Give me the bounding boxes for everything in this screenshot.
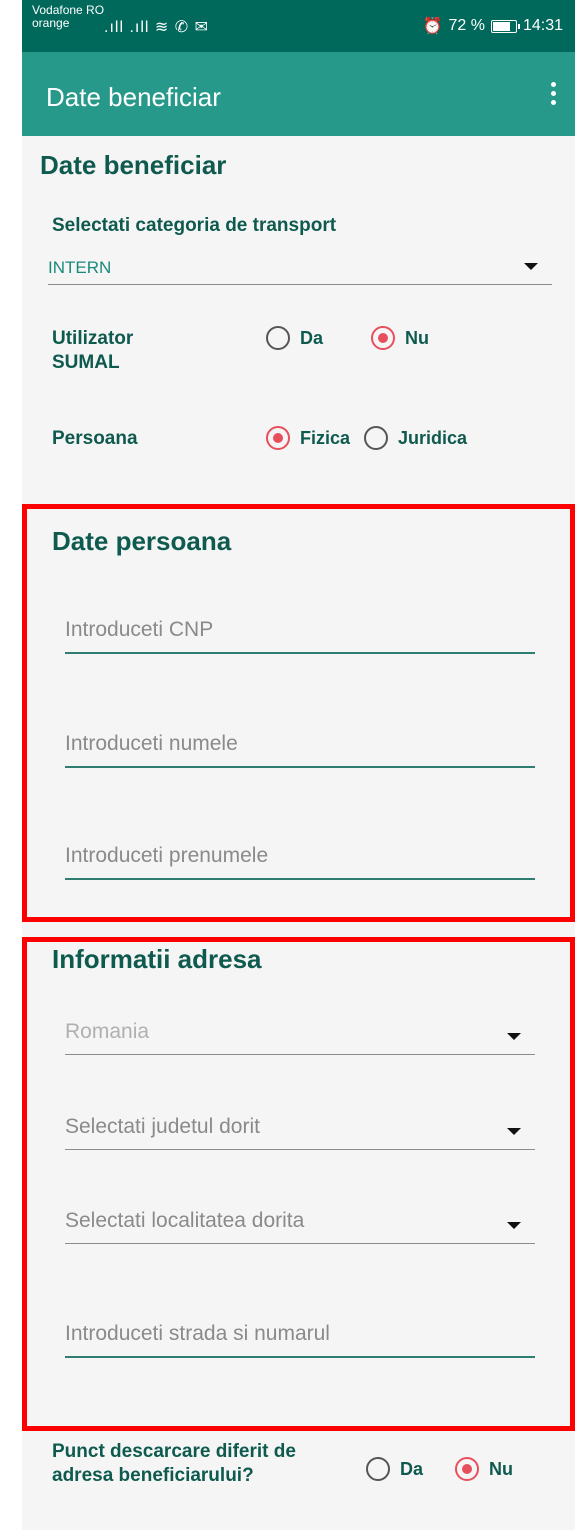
persoana-radio-group: Fizica Juridica: [266, 426, 485, 450]
prenume-placeholder: Introduceti prenumele: [65, 844, 269, 867]
persoana-juridica-label: Juridica: [398, 427, 468, 448]
utilizator-da-radio[interactable]: [266, 326, 290, 350]
localitate-dropdown[interactable]: Selectati localitatea dorita: [65, 1199, 535, 1244]
persoana-juridica-option[interactable]: Juridica: [364, 426, 467, 450]
descarcare-da-radio[interactable]: [366, 1457, 390, 1481]
app-bar: Date beneficiar: [22, 52, 575, 136]
section-title-beneficiar: Date beneficiar: [40, 150, 227, 180]
persoana-fizica-radio[interactable]: [266, 426, 290, 450]
transport-category-value: INTERN: [48, 258, 112, 277]
cnp-input[interactable]: Introduceti CNP: [65, 606, 535, 654]
utilizator-sumal-radio-group: Da Nu: [266, 326, 447, 350]
status-right: ⏰ 72 % 14:31: [423, 16, 563, 36]
utilizator-nu-label: Nu: [405, 327, 430, 348]
carrier-info: Vodafone RO orange: [32, 4, 104, 30]
punct-descarcare-radio-group: Da Nu: [366, 1457, 531, 1481]
dropdown-arrow-icon: [524, 263, 538, 270]
utilizator-nu-option[interactable]: Nu: [371, 326, 429, 350]
status-bar: Vodafone RO orange .ıll .ıll ≋ ✆ ✉ ⏰ 72 …: [22, 0, 575, 52]
utilizator-sumal-label: Utilizator SUMAL: [52, 328, 134, 373]
persoana-juridica-radio[interactable]: [364, 426, 389, 450]
section-title-adresa: Informatii adresa: [52, 944, 262, 974]
descarcare-da-option[interactable]: Da: [366, 1457, 423, 1481]
persoana-fizica-label: Fizica: [300, 427, 351, 448]
dropdown-arrow-icon: [507, 1222, 521, 1229]
nume-placeholder: Introduceti numele: [65, 732, 238, 755]
tara-value: Romania: [65, 1020, 150, 1043]
strada-placeholder: Introduceti strada si numarul: [65, 1322, 330, 1345]
strada-input[interactable]: Introduceti strada si numarul: [65, 1310, 535, 1358]
prenume-input[interactable]: Introduceti prenumele: [65, 832, 535, 880]
persoana-fizica-option[interactable]: Fizica: [266, 426, 350, 450]
transport-category-label: Selectati categoria de transport: [52, 215, 337, 236]
tara-dropdown[interactable]: Romania: [65, 1010, 535, 1055]
section-title-persoana: Date persoana: [52, 526, 232, 556]
phone-screen: Vodafone RO orange .ıll .ıll ≋ ✆ ✉ ⏰ 72 …: [22, 0, 575, 1530]
descarcare-da-label: Da: [400, 1458, 424, 1479]
judet-placeholder: Selectati judetul dorit: [65, 1115, 260, 1138]
battery-icon: [490, 19, 520, 33]
more-vert-icon[interactable]: [549, 82, 557, 108]
app-bar-title: Date beneficiar: [46, 82, 221, 112]
dropdown-arrow-icon: [507, 1128, 521, 1135]
descarcare-nu-label: Nu: [489, 1458, 514, 1479]
judet-dropdown[interactable]: Selectati judetul dorit: [65, 1105, 535, 1150]
persoana-label: Persoana: [52, 428, 138, 449]
localitate-placeholder: Selectati localitatea dorita: [65, 1209, 305, 1232]
transport-category-dropdown[interactable]: INTERN: [48, 254, 552, 285]
utilizator-da-label: Da: [300, 327, 324, 348]
clock: 14:31: [522, 17, 563, 34]
descarcare-nu-option[interactable]: Nu: [455, 1457, 513, 1481]
descarcare-nu-radio[interactable]: [455, 1457, 480, 1481]
punct-descarcare-label: Punct descarcare diferit de adresa benef…: [52, 1441, 296, 1486]
cnp-placeholder: Introduceti CNP: [65, 618, 214, 641]
nume-input[interactable]: Introduceti numele: [65, 720, 535, 768]
dropdown-arrow-icon: [507, 1033, 521, 1040]
carrier-name-2: orange: [32, 16, 70, 30]
utilizator-nu-radio[interactable]: [371, 326, 396, 350]
alarm-icon: ⏰: [422, 18, 443, 35]
signal-icons: .ıll .ıll ≋ ✆ ✉: [104, 19, 209, 36]
utilizator-da-option[interactable]: Da: [266, 326, 323, 350]
battery-level: 72 %: [448, 17, 485, 34]
